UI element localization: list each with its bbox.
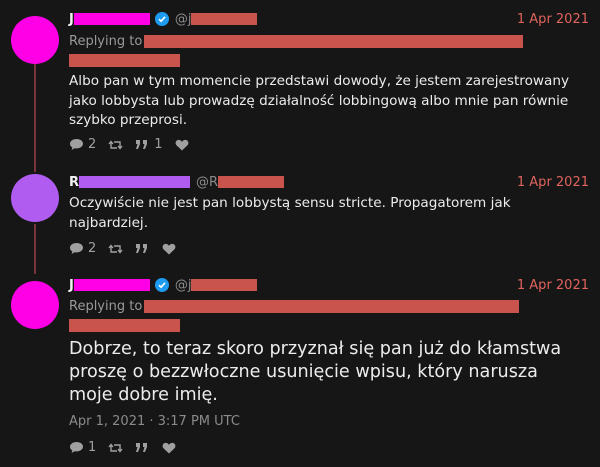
tweet-actions: 2 1: [69, 137, 201, 152]
tweet-thread: J @j 1 Apr 2021 Replying to Albo pan w t…: [0, 0, 600, 467]
handle[interactable]: @j: [175, 12, 192, 27]
redacted-handle: [191, 13, 258, 25]
tweet-text: Albo pan w tym momencie przedstawi dowod…: [69, 73, 570, 128]
redacted-display-name: [73, 13, 150, 25]
verified-badge-icon: [154, 278, 169, 292]
reply-count: 2: [88, 241, 97, 256]
tweet-actions: 1: [69, 440, 188, 455]
tweet-text: Dobrze, to teraz skoro przyznał się pan …: [69, 339, 562, 405]
tweet-date[interactable]: 1 Apr 2021: [517, 278, 589, 293]
tweet-timestamp[interactable]: Apr 1, 2021 · 3:17 PM UTC: [69, 414, 240, 429]
quote-count: 1: [154, 137, 163, 152]
handle[interactable]: @j: [175, 278, 192, 293]
heart-icon: [162, 442, 176, 453]
reply-button[interactable]: 1: [69, 440, 96, 455]
redacted-handle: [191, 279, 258, 291]
avatar[interactable]: [11, 174, 59, 222]
redacted-reply-targets: [144, 35, 523, 48]
reply-button[interactable]: 2: [69, 137, 96, 152]
reply-count: 1: [88, 440, 97, 455]
avatar[interactable]: [11, 281, 59, 329]
tweet[interactable]: J @j 1 Apr 2021 Replying to Albo pan w t…: [0, 0, 600, 160]
redacted-reply-targets: [69, 319, 180, 332]
avatar[interactable]: [11, 16, 59, 64]
redacted-reply-targets: [144, 300, 519, 313]
quote-icon: [136, 139, 148, 149]
retweet-icon: [108, 442, 123, 453]
like-button[interactable]: [162, 243, 176, 255]
tweet-focused[interactable]: J @j 1 Apr 2021 Replying to Dobrze, to t…: [0, 266, 600, 467]
verified-badge-icon: [154, 12, 169, 26]
comment-icon: [70, 442, 83, 453]
like-button[interactable]: [162, 442, 176, 454]
replying-to-label: Replying to: [69, 299, 143, 314]
quote-button[interactable]: [135, 243, 150, 255]
retweet-icon: [108, 139, 123, 150]
quote-icon: [136, 442, 148, 452]
tweet-date[interactable]: 1 Apr 2021: [517, 175, 589, 190]
heart-icon: [162, 243, 176, 254]
redacted-reply-targets: [69, 54, 180, 67]
quote-button[interactable]: [135, 442, 150, 454]
tweet-text: Oczywiście nie jest pan lobbystą sensu s…: [69, 195, 511, 231]
reply-count: 2: [88, 137, 97, 152]
retweet-button[interactable]: [108, 139, 123, 151]
tweet-header: J @j: [69, 276, 258, 294]
like-button[interactable]: [175, 139, 189, 151]
redacted-display-name: [73, 279, 150, 291]
tweet[interactable]: R @R 1 Apr 2021 Oczywiście nie jest pan …: [0, 162, 600, 262]
comment-icon: [70, 139, 83, 150]
display-name-initial[interactable]: R: [69, 175, 79, 190]
replying-to-label: Replying to: [69, 34, 143, 49]
redacted-display-name: [79, 176, 191, 188]
tweet-header: R @R: [69, 173, 285, 191]
reply-button[interactable]: 2: [69, 241, 96, 256]
quote-button[interactable]: 1: [135, 137, 163, 152]
retweet-button[interactable]: [108, 442, 123, 454]
retweet-icon: [108, 243, 123, 254]
quote-icon: [136, 243, 148, 253]
tweet-header: J @j: [69, 10, 258, 28]
comment-icon: [70, 243, 83, 254]
handle[interactable]: @R: [196, 175, 218, 190]
tweet-actions: 2: [69, 241, 188, 256]
tweet-date[interactable]: 1 Apr 2021: [517, 12, 589, 27]
heart-icon: [175, 139, 188, 150]
redacted-handle: [218, 176, 285, 188]
retweet-button[interactable]: [108, 243, 123, 255]
